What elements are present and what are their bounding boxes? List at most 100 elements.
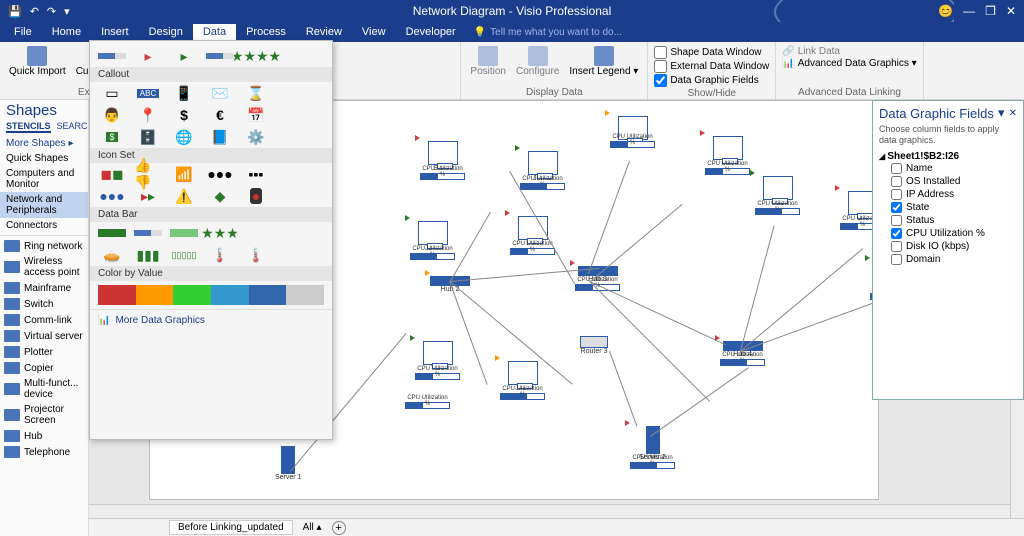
node-pc-tom[interactable]: TomCPU Utilization % <box>415 341 460 380</box>
databar-item[interactable]: 🌡️ <box>242 246 270 264</box>
iconset-item[interactable]: ● <box>242 187 270 205</box>
callout-item[interactable]: 📘 <box>206 128 234 146</box>
quick-shapes-category[interactable]: Quick Shapes <box>0 151 88 166</box>
callout-item[interactable]: ⚙️ <box>242 128 270 146</box>
more-data-graphics-link[interactable]: 📊 More Data Graphics <box>90 309 332 331</box>
quick-import-button[interactable]: Quick Import <box>6 44 69 80</box>
callout-item[interactable]: 📱 <box>170 84 198 102</box>
databar-item[interactable]: ▯▯▯▯▯ <box>170 246 198 264</box>
databar-item[interactable] <box>134 224 162 242</box>
sheet-tab[interactable]: Before Linking_updated <box>169 520 293 535</box>
qat-more[interactable]: ▾ <box>64 5 70 18</box>
tab-design[interactable]: Design <box>139 24 193 40</box>
iconset-item[interactable]: ▸▸ <box>134 187 162 205</box>
field-checkbox-os-installed[interactable]: OS Installed <box>879 175 1017 188</box>
rightpanel-dropdown[interactable]: ▾ <box>998 105 1005 121</box>
callout-item[interactable]: ✉️ <box>206 84 234 102</box>
iconset-item[interactable]: ◼◼ <box>98 165 126 183</box>
tab-view[interactable]: View <box>352 24 396 40</box>
minimize-button[interactable]: — <box>963 4 975 18</box>
chk-external-data-window[interactable]: External Data Window <box>654 60 769 73</box>
shape-stencil-item[interactable]: Mainframe <box>0 280 88 296</box>
callout-item[interactable]: ⌛ <box>242 84 270 102</box>
field-checkbox-ip-address[interactable]: IP Address <box>879 188 1017 201</box>
iconset-item[interactable]: ▪▪▪ <box>242 165 270 183</box>
link-data-button[interactable]: 🔗 Link Data <box>782 46 916 57</box>
tab-home[interactable]: Home <box>42 24 91 40</box>
callout-item[interactable]: ▭ <box>98 84 126 102</box>
callout-item[interactable] <box>98 47 126 65</box>
shape-stencil-item[interactable]: Ring network <box>0 238 88 254</box>
shape-stencil-item[interactable]: Multi-funct... device <box>0 376 88 402</box>
connectors-category[interactable]: Connectors <box>0 218 88 233</box>
databar-item[interactable]: 🌡️ <box>206 246 234 264</box>
shape-stencil-item[interactable]: Hub <box>0 428 88 444</box>
save-button[interactable]: 💾 <box>8 5 22 18</box>
callout-item[interactable]: 📅 <box>242 106 270 124</box>
shape-stencil-item[interactable]: Wireless access point <box>0 254 88 280</box>
shape-stencil-item[interactable]: Plotter <box>0 344 88 360</box>
iconset-item[interactable]: ⚠️ <box>170 187 198 205</box>
tab-review[interactable]: Review <box>296 24 352 40</box>
node-pc-jack[interactable]: JackCPU Utilization % <box>500 361 545 400</box>
network-peripherals-category[interactable]: Network and Peripherals <box>0 192 88 218</box>
maximize-button[interactable]: ❐ <box>985 4 996 18</box>
node-pc-top[interactable]: CPU Utilization % <box>610 116 655 148</box>
field-checkbox-disk-io-kbps-[interactable]: Disk IO (kbps) <box>879 240 1017 253</box>
shapes-tab-search[interactable]: SEARCH <box>57 121 89 133</box>
iconset-item[interactable]: ●●● <box>206 165 234 183</box>
databar-item[interactable]: ▮▮▮ <box>134 246 162 264</box>
node-pc-jon[interactable]: JonCPU Utilization % <box>705 136 750 175</box>
tab-file[interactable]: File <box>4 24 42 40</box>
add-sheet-button[interactable]: + <box>332 521 346 535</box>
callout-item[interactable]: ▸ <box>170 47 198 65</box>
field-checkbox-state[interactable]: State <box>879 201 1017 214</box>
callout-item[interactable]: ★★★★ <box>242 47 270 65</box>
shapes-tab-stencils[interactable]: STENCILS <box>6 121 51 133</box>
more-shapes-link[interactable]: More Shapes ▸ <box>0 136 88 151</box>
tab-process[interactable]: Process <box>236 24 296 40</box>
shape-stencil-item[interactable]: Copier <box>0 360 88 376</box>
iconset-item[interactable]: 👍👎 <box>134 165 162 183</box>
iconset-item[interactable]: 📶 <box>170 165 198 183</box>
callout-item[interactable]: € <box>206 106 234 124</box>
node-extra[interactable]: CPU Utilization % <box>405 401 450 409</box>
field-checkbox-domain[interactable]: Domain <box>879 253 1017 266</box>
computers-category[interactable]: Computers and Monitor <box>0 166 88 192</box>
shape-stencil-item[interactable]: Switch <box>0 296 88 312</box>
data-source-root[interactable]: Sheet1!$B2:I26 <box>879 151 1017 162</box>
tab-developer[interactable]: Developer <box>396 24 466 40</box>
field-checkbox-status[interactable]: Status <box>879 214 1017 227</box>
node-router-3[interactable]: Router 3 <box>580 336 608 355</box>
callout-item[interactable]: ▸ <box>134 47 162 65</box>
callout-item[interactable]: ABC <box>134 84 162 102</box>
callout-item[interactable] <box>206 47 234 65</box>
node-pc-john[interactable]: JohnCPU Utilization % <box>410 221 455 260</box>
rightpanel-close[interactable]: ✕ <box>1009 108 1017 119</box>
node-pc-gail[interactable]: GailCPU Utilization % <box>755 176 800 215</box>
node-server-2[interactable]: Server 2CPU Utilization % <box>630 426 675 469</box>
chk-shape-data-window[interactable]: Shape Data Window <box>654 46 769 59</box>
callout-item[interactable]: $ <box>170 106 198 124</box>
shape-stencil-item[interactable]: Telephone <box>0 444 88 460</box>
shape-stencil-item[interactable]: Comm-link <box>0 312 88 328</box>
advanced-data-graphics-button[interactable]: 📊 Advanced Data Graphics ▾ <box>782 58 916 69</box>
field-checkbox-cpu-utilization-[interactable]: CPU Utilization % <box>879 227 1017 240</box>
databar-item[interactable] <box>170 224 198 242</box>
redo-button[interactable]: ↷ <box>47 5 56 18</box>
undo-button[interactable]: ↶ <box>30 5 39 18</box>
configure-button[interactable]: Configure <box>513 44 562 80</box>
tell-me-search[interactable]: Tell me what you want to do... <box>474 27 622 38</box>
shape-stencil-item[interactable]: Projector Screen <box>0 402 88 428</box>
chk-data-graphic-fields[interactable]: Data Graphic Fields <box>654 74 769 87</box>
node-pc-jamie[interactable]: JamieCPU Utilization % <box>520 151 565 190</box>
callout-item[interactable]: 🗄️ <box>134 128 162 146</box>
tab-insert[interactable]: Insert <box>91 24 139 40</box>
field-checkbox-name[interactable]: Name <box>879 162 1017 175</box>
close-button[interactable]: ✕ <box>1006 4 1016 18</box>
color-by-value-item[interactable] <box>98 285 324 305</box>
position-button[interactable]: Position <box>467 44 509 80</box>
databar-item[interactable]: ★★★ <box>206 224 234 242</box>
horizontal-scrollbar[interactable] <box>89 504 1010 518</box>
databar-item[interactable] <box>98 224 126 242</box>
